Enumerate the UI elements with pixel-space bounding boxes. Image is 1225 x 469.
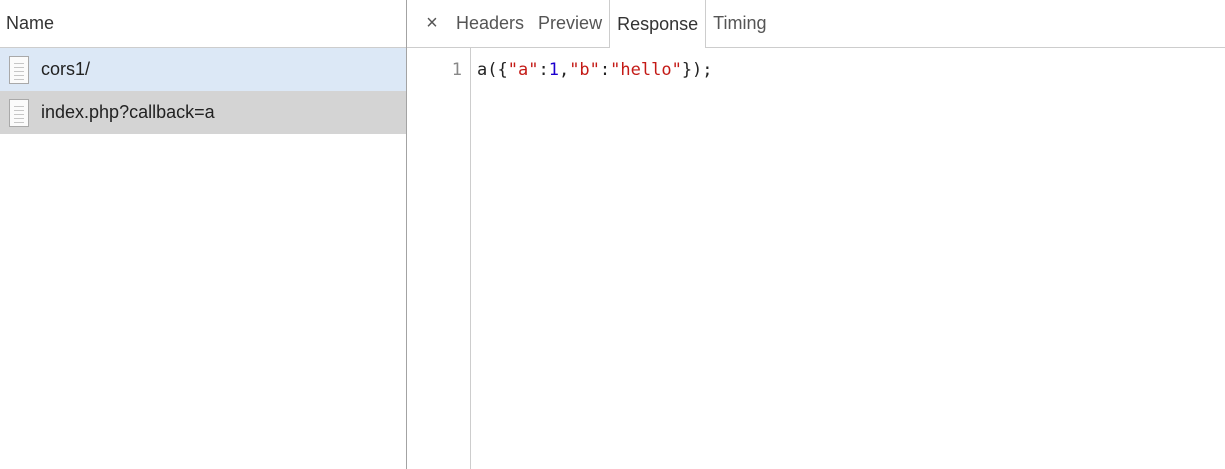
request-label: index.php?callback=a — [41, 102, 215, 122]
code-token: a({ — [477, 60, 508, 80]
code-token: , — [558, 60, 570, 80]
code-token: "hello" — [610, 60, 682, 80]
code-token: : — [599, 60, 611, 80]
response-code-line[interactable]: a({"a":1,"b":"hello"}); — [471, 48, 713, 469]
details-tabbar: × Headers Preview Response Timing — [407, 0, 1225, 48]
code-token: "b" — [569, 60, 600, 80]
code-token: : — [538, 60, 549, 80]
request-row-cors1[interactable]: cors1/ — [0, 48, 406, 91]
name-column-header[interactable]: Name — [0, 0, 406, 48]
code-token: }); — [681, 60, 713, 80]
code-token: 1 — [548, 60, 559, 80]
line-number: 1 — [451, 60, 462, 80]
request-row-index-php[interactable]: index.php?callback=a — [0, 91, 406, 134]
close-icon[interactable]: × — [415, 0, 449, 47]
tab-preview[interactable]: Preview — [531, 0, 609, 47]
request-label: cors1/ — [41, 59, 91, 79]
tab-response[interactable]: Response — [609, 0, 707, 48]
request-details-pane: × Headers Preview Response Timing 1 a({"… — [407, 0, 1225, 469]
network-request-list: Name cors1/ index.php?callback=a — [0, 0, 406, 469]
tab-timing[interactable]: Timing — [706, 0, 773, 47]
line-number-gutter: 1 — [407, 48, 471, 469]
response-viewer[interactable]: 1 a({"a":1,"b":"hello"}); — [407, 48, 1225, 469]
tab-headers[interactable]: Headers — [449, 0, 531, 47]
document-icon — [9, 55, 29, 84]
document-icon — [9, 98, 29, 127]
code-token: "a" — [507, 60, 539, 80]
